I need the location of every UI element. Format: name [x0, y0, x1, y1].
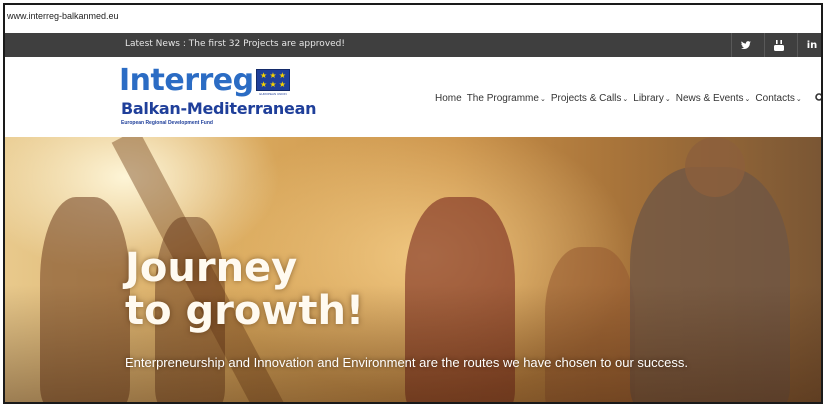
chevron-down-icon: ⌄ [539, 96, 546, 103]
chevron-down-icon: ⌄ [744, 96, 751, 103]
linkedin-icon[interactable]: in [798, 33, 821, 57]
latest-news-text[interactable]: Latest News : The first 32 Projects are … [125, 39, 345, 49]
nav-item-home[interactable]: Home [435, 93, 462, 104]
main-nav: Home The Programme⌄ Projects & Calls⌄ Li… [435, 93, 807, 104]
site-header: Interreg ★ ★ ★ ★ ★ ★ EUROPEAN UNION Balka… [5, 57, 821, 137]
latest-news-bar: Latest News : The first 32 Projects are … [5, 33, 821, 57]
nav-item-label: Library [633, 93, 664, 104]
nav-item-label: News & Events [675, 93, 744, 104]
address-bar[interactable]: www.interreg-balkanmed.eu [5, 5, 821, 33]
logo-fund-text: European Regional Development Fund [121, 120, 213, 126]
hero-banner: Journey to growth! Enterpreneurship and … [5, 137, 821, 402]
hero-subtitle: Enterpreneurship and Innovation and Envi… [125, 355, 688, 370]
search-icon[interactable] [815, 91, 821, 103]
logo-subtitle: Balkan-Mediterranean [121, 99, 317, 118]
nav-item-programme[interactable]: The Programme⌄ [467, 93, 546, 104]
eu-flag-icon: ★ ★ ★ ★ ★ ★ [256, 69, 290, 91]
nav-item-label: Projects & Calls [550, 93, 622, 104]
nav-item-label: Home [435, 93, 462, 104]
nav-item-label: Contacts [755, 93, 795, 104]
hero-title-line1: Journey [125, 245, 298, 291]
hero-title: Journey to growth! [125, 247, 364, 333]
nav-item-projects-calls[interactable]: Projects & Calls⌄ [551, 93, 628, 104]
logo-wordmark: Interreg [119, 63, 254, 98]
nav-item-contacts[interactable]: Contacts⌄ [755, 93, 801, 104]
chevron-down-icon: ⌄ [795, 96, 802, 103]
youtube-icon[interactable] [765, 33, 793, 57]
url-text[interactable]: www.interreg-balkanmed.eu [7, 11, 119, 21]
nav-item-news-events[interactable]: News & Events⌄ [676, 93, 751, 104]
chevron-down-icon: ⌄ [664, 96, 671, 103]
browser-frame: www.interreg-balkanmed.eu Latest News : … [3, 3, 823, 404]
nav-item-label: The Programme [466, 93, 539, 104]
twitter-icon[interactable] [732, 33, 760, 57]
nav-item-library[interactable]: Library⌄ [633, 93, 670, 104]
eu-flag-caption: EUROPEAN UNION [259, 92, 287, 96]
hero-title-line2: to growth! [125, 288, 365, 334]
chevron-down-icon: ⌄ [622, 96, 629, 103]
